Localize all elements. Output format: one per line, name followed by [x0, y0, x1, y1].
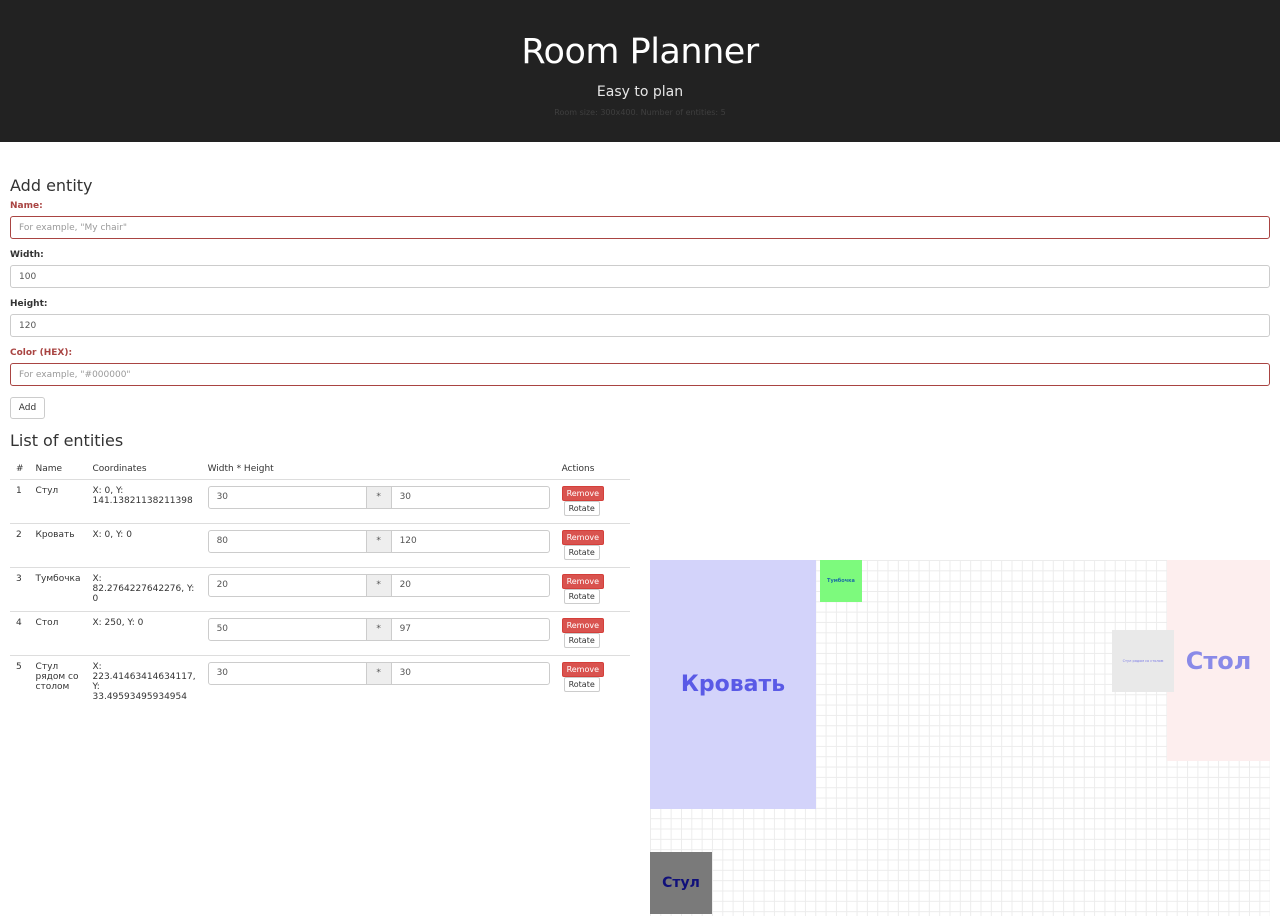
row-width-input[interactable] [207, 529, 367, 553]
page-header: Room Planner Easy to plan Room size: 300… [0, 0, 1280, 142]
plan-entity-nightstand[interactable]: Тумбочка [820, 560, 862, 602]
plan-entity-table[interactable]: Стол [1167, 560, 1270, 761]
room-plan[interactable]: Кровать Тумбочка Стол Стул рядом со стол… [650, 560, 1270, 916]
row-height-input[interactable] [390, 573, 550, 597]
size-separator: * [366, 617, 391, 641]
row-width-input[interactable] [207, 661, 367, 685]
height-label: Height: [10, 299, 48, 309]
remove-button[interactable]: Remove [561, 661, 605, 677]
name-label: Name: [10, 201, 43, 211]
row-height-input[interactable] [390, 617, 550, 641]
size-separator: * [366, 573, 391, 597]
size-input-group: * [207, 573, 550, 597]
rotate-button[interactable]: Rotate [563, 544, 600, 560]
row-coordinates: X: 82.2764227642276, Y: 0 [86, 566, 202, 611]
row-name: Тумбочка [29, 566, 87, 611]
row-height-input[interactable] [390, 485, 550, 509]
rotate-button[interactable]: Rotate [563, 676, 600, 692]
row-size: * [201, 478, 556, 523]
row-size: * [201, 654, 556, 708]
size-input-group: * [207, 485, 550, 509]
add-button[interactable]: Add [10, 397, 45, 419]
entities-table: # Name Coordinates Width * Height Action… [10, 459, 630, 708]
page-title: Room Planner [521, 32, 759, 72]
room-info: Room size: 300x400. Number of entities: … [554, 108, 726, 117]
row-height-input[interactable] [390, 661, 550, 685]
size-input-group: * [207, 529, 550, 553]
plan-entity-chair-near-table[interactable]: Стул рядом со столом [1112, 630, 1174, 692]
col-num: # [10, 459, 30, 480]
row-coordinates: X: 0, Y: 141.13821138211398 [86, 478, 202, 523]
table-row: 1СтулX: 0, Y: 141.13821138211398 * RemoveR… [10, 478, 630, 523]
row-num: 3 [10, 566, 30, 611]
rotate-button[interactable]: Rotate [563, 588, 600, 604]
page-subtitle: Easy to plan [596, 84, 684, 100]
color-input[interactable] [10, 363, 1270, 386]
table-row: 3ТумбочкаX: 82.2764227642276, Y: 0 * Remov… [10, 566, 630, 611]
size-input-group: * [207, 661, 550, 685]
remove-button[interactable]: Remove [561, 485, 605, 501]
row-coordinates: X: 250, Y: 0 [86, 610, 202, 655]
color-label: Color (HEX): [10, 348, 73, 358]
size-separator: * [366, 661, 391, 685]
size-separator: * [366, 485, 391, 509]
row-actions: RemoveRotate [555, 566, 630, 611]
row-actions: RemoveRotate [555, 610, 630, 655]
table-header-row: # Name Coordinates Width * Height Action… [10, 459, 630, 480]
col-size: Width * Height [201, 459, 556, 480]
remove-button[interactable]: Remove [561, 617, 605, 633]
remove-button[interactable]: Remove [561, 573, 605, 589]
size-input-group: * [207, 617, 550, 641]
row-name: Стул рядом со столом [29, 654, 87, 708]
row-name: Кровать [29, 522, 87, 567]
row-num: 5 [10, 654, 30, 708]
table-row: 4СтолX: 250, Y: 0 * RemoveRotate [10, 610, 630, 655]
table-row: 5 Стул рядом со столом X: 223.414634146341… [10, 654, 630, 708]
remove-button[interactable]: Remove [561, 529, 605, 545]
plan-entity-label: Стул рядом со столом [1122, 659, 1164, 663]
list-title: List of entities [10, 431, 124, 450]
rotate-button[interactable]: Rotate [563, 632, 600, 648]
size-separator: * [366, 529, 391, 553]
row-size: * [201, 522, 556, 567]
plan-entity-label: Стол [1185, 646, 1252, 675]
row-coordinates: X: 0, Y: 0 [86, 522, 202, 567]
col-actions: Actions [555, 459, 630, 480]
row-num: 2 [10, 522, 30, 567]
row-name: Стол [29, 610, 87, 655]
plan-entity-chair[interactable]: Стул [650, 852, 712, 914]
col-name: Name [29, 459, 87, 480]
row-width-input[interactable] [207, 573, 367, 597]
plan-entity-bed[interactable]: Кровать [650, 560, 816, 809]
row-actions: RemoveRotate [555, 522, 630, 567]
row-width-input[interactable] [207, 617, 367, 641]
name-input[interactable] [10, 216, 1270, 239]
plan-entity-label: Кровать [680, 672, 786, 697]
row-num: 4 [10, 610, 30, 655]
row-actions: RemoveRotate [555, 478, 630, 523]
row-coordinates: X: 223.41463414634117, Y: 33.49593495934… [86, 654, 202, 708]
row-name: Стул [29, 478, 87, 523]
width-input[interactable] [10, 265, 1270, 288]
plan-entity-label: Тумбочка [827, 578, 855, 584]
col-coordinates: Coordinates [86, 459, 202, 480]
row-actions: RemoveRotate [555, 654, 630, 708]
height-input[interactable] [10, 314, 1270, 337]
row-width-input[interactable] [207, 485, 367, 509]
width-label: Width: [10, 250, 44, 260]
row-height-input[interactable] [390, 529, 550, 553]
rotate-button[interactable]: Rotate [563, 500, 600, 516]
row-num: 1 [10, 478, 30, 523]
row-size: * [201, 566, 556, 611]
row-size: * [201, 610, 556, 655]
table-row: 2КроватьX: 0, Y: 0 * RemoveRotate [10, 522, 630, 567]
plan-entity-label: Стул [662, 875, 700, 891]
add-entity-title: Add entity [10, 176, 93, 195]
